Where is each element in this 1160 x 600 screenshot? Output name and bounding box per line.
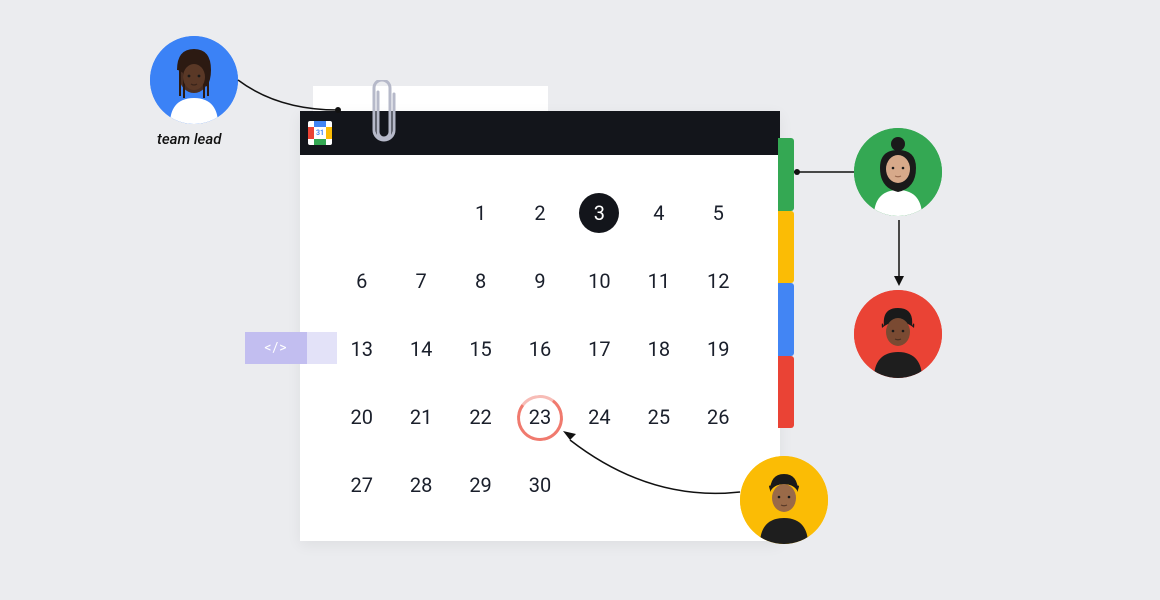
calendar-day[interactable]: 20 xyxy=(332,383,391,451)
calendar-tabs xyxy=(778,138,794,428)
calendar-day[interactable]: 27 xyxy=(332,451,391,519)
team-lead-label: team lead xyxy=(157,130,221,148)
calendar-day[interactable]: 10 xyxy=(570,247,629,315)
calendar-day[interactable]: 8 xyxy=(451,247,510,315)
calendar-day[interactable]: 15 xyxy=(451,315,510,383)
calendar-day[interactable]: 30 xyxy=(510,451,569,519)
connector-tabs-to-green xyxy=(794,166,860,180)
calendar-card: 31 1234567891011121314151617181920212223… xyxy=(300,111,780,541)
calendar-day[interactable]: 5 xyxy=(689,179,748,247)
paperclip-icon xyxy=(368,80,398,150)
calendar-day[interactable]: 25 xyxy=(629,383,688,451)
calendar-day[interactable]: 23 xyxy=(510,383,569,451)
calendar-day[interactable]: 29 xyxy=(451,451,510,519)
calendar-day[interactable]: 16 xyxy=(510,315,569,383)
calendar-day[interactable]: 19 xyxy=(689,315,748,383)
calendar-day-empty xyxy=(332,179,391,247)
calendar-day-empty xyxy=(391,179,450,247)
calendar-day[interactable]: 2 xyxy=(510,179,569,247)
avatar-member-red xyxy=(854,290,942,378)
calendar-day[interactable]: 3 xyxy=(570,179,629,247)
calendar-day[interactable]: 12 xyxy=(689,247,748,315)
code-tag-highlight xyxy=(307,332,337,364)
avatar-member-green xyxy=(854,128,942,216)
tab-red[interactable] xyxy=(778,356,794,429)
calendar-day[interactable]: 1 xyxy=(451,179,510,247)
avatar-member-yellow xyxy=(740,456,828,544)
calendar-grid: 1234567891011121314151617181920212223242… xyxy=(300,155,780,529)
code-snippet-tag: </> xyxy=(245,332,307,364)
tab-yellow[interactable] xyxy=(778,211,794,284)
calendar-day[interactable]: 13 xyxy=(332,315,391,383)
calendar-day[interactable]: 9 xyxy=(510,247,569,315)
calendar-day[interactable]: 6 xyxy=(332,247,391,315)
calendar-day[interactable]: 11 xyxy=(629,247,688,315)
calendar-day[interactable]: 21 xyxy=(391,383,450,451)
google-calendar-icon: 31 xyxy=(308,121,332,145)
calendar-day[interactable]: 24 xyxy=(570,383,629,451)
tab-blue[interactable] xyxy=(778,283,794,356)
tab-green[interactable] xyxy=(778,138,794,211)
calendar-day[interactable]: 26 xyxy=(689,383,748,451)
calendar-day[interactable]: 4 xyxy=(629,179,688,247)
calendar-day[interactable]: 18 xyxy=(629,315,688,383)
calendar-day[interactable]: 17 xyxy=(570,315,629,383)
calendar-day[interactable]: 22 xyxy=(451,383,510,451)
calendar-day[interactable]: 14 xyxy=(391,315,450,383)
calendar-day[interactable]: 7 xyxy=(391,247,450,315)
arrow-green-to-red xyxy=(892,218,906,290)
avatar-team-lead xyxy=(150,36,238,124)
calendar-day[interactable]: 28 xyxy=(391,451,450,519)
